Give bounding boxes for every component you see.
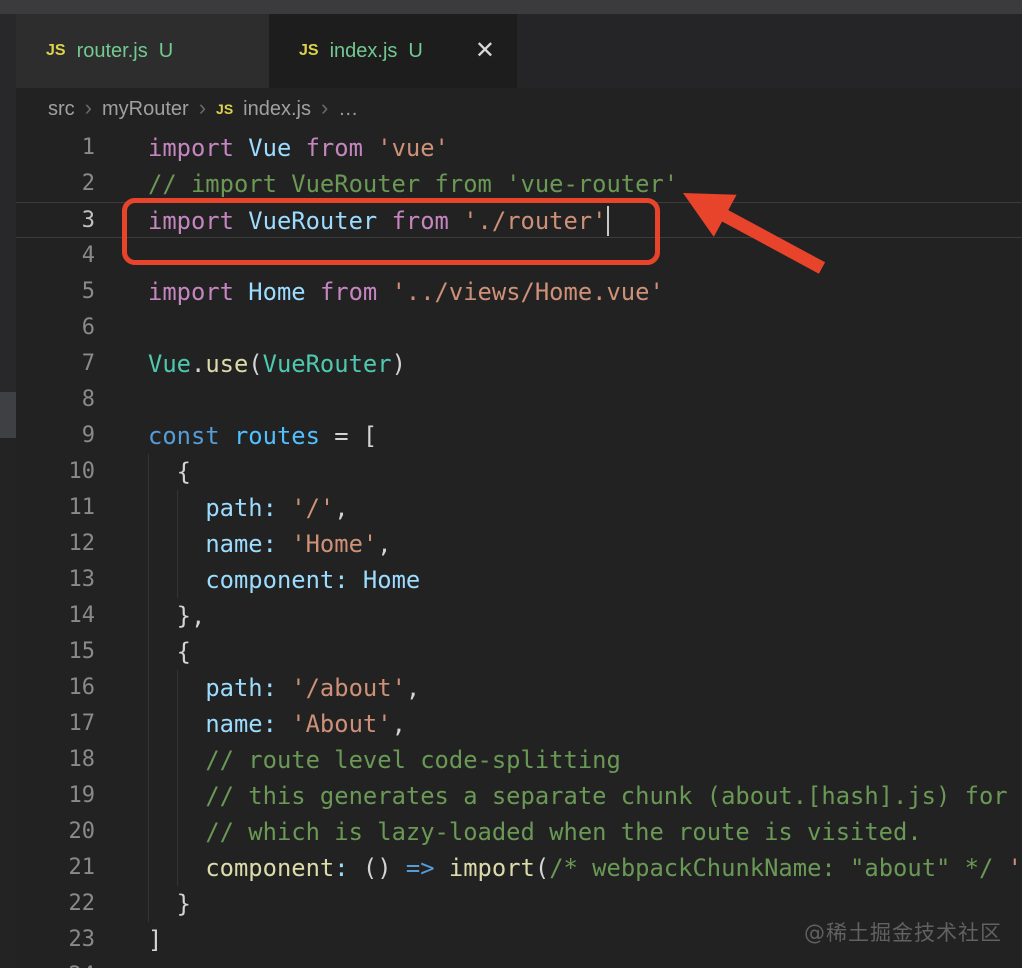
line-number[interactable]: 12 xyxy=(16,526,96,562)
code-text: // route level code-splitting xyxy=(205,746,621,774)
code-line[interactable]: 14 }, xyxy=(16,598,1022,634)
line-number[interactable]: 3 xyxy=(16,203,95,239)
code-text: path: '/', xyxy=(205,494,349,522)
code-line[interactable]: 21 component: () => import(/* webpackChu… xyxy=(16,850,1022,886)
code-text: import VueRouter from './router' xyxy=(148,207,607,235)
code-text: name: 'About', xyxy=(205,710,406,738)
code-line[interactable]: 7 Vue.use(VueRouter) xyxy=(16,346,1022,382)
code-line[interactable]: 13 component: Home xyxy=(16,562,1022,598)
js-file-icon: JS xyxy=(216,101,234,117)
code-line[interactable]: 18 // route level code-splitting xyxy=(16,742,1022,778)
code-line[interactable]: 16 path: '/about', xyxy=(16,670,1022,706)
code-line[interactable]: 12 name: 'Home', xyxy=(16,526,1022,562)
tab-bar: JS router.js U JS index.js U ✕ xyxy=(16,14,1022,88)
line-number[interactable]: 18 xyxy=(16,742,96,778)
tab-label: router.js xyxy=(76,39,148,62)
sidebar-scrollbar-thumb[interactable] xyxy=(0,392,16,438)
title-bar xyxy=(0,0,1022,14)
breadcrumb-item-src[interactable]: src xyxy=(48,98,75,121)
line-number[interactable]: 19 xyxy=(16,778,96,814)
breadcrumb-item-indexjs[interactable]: index.js xyxy=(243,98,311,121)
chevron-right-icon: › xyxy=(84,95,92,120)
tab-bar-filler xyxy=(517,14,1022,88)
code-text: { xyxy=(148,638,191,666)
text-cursor xyxy=(606,206,609,236)
code-line[interactable]: 24 xyxy=(16,958,1022,968)
vscode-window: JS router.js U JS index.js U ✕ src › myR… xyxy=(0,0,1022,968)
breadcrumb: src › myRouter › JS index.js › … xyxy=(16,88,1022,130)
line-number[interactable]: 11 xyxy=(16,490,96,526)
close-icon[interactable]: ✕ xyxy=(475,39,495,63)
line-number[interactable]: 9 xyxy=(16,418,95,454)
code-editor[interactable]: 1 import Vue from 'vue' 2 // import VueRout… xyxy=(16,130,1022,968)
editor-area: JS router.js U JS index.js U ✕ src › myR… xyxy=(16,14,1022,968)
code-line[interactable]: 10 { xyxy=(16,454,1022,490)
line-number[interactable]: 24 xyxy=(16,958,96,968)
code-text: }, xyxy=(148,602,206,630)
code-line[interactable]: 4 xyxy=(16,238,1022,274)
breadcrumb-item-symbol[interactable]: … xyxy=(338,98,358,121)
code-line[interactable]: 9 const routes = [ xyxy=(16,418,1022,454)
code-line[interactable]: 20 // which is lazy-loaded when the rout… xyxy=(16,814,1022,850)
js-file-icon: JS xyxy=(46,42,66,59)
code-text: component: () => import(/* webpackChunkN… xyxy=(205,854,1022,882)
workbench: JS router.js U JS index.js U ✕ src › myR… xyxy=(0,14,1022,968)
code-text: // import VueRouter from 'vue-router' xyxy=(148,170,679,198)
code-text: Vue.use(VueRouter) xyxy=(148,350,406,378)
chevron-right-icon: › xyxy=(198,95,207,120)
tab-index-js[interactable]: JS index.js U ✕ xyxy=(269,14,517,88)
code-line[interactable]: 15 { xyxy=(16,634,1022,670)
code-line[interactable]: 19 // this generates a separate chunk (a… xyxy=(16,778,1022,814)
js-file-icon: JS xyxy=(299,42,319,59)
code-text: import Home from '../views/Home.vue' xyxy=(148,278,664,306)
line-number[interactable]: 5 xyxy=(16,274,95,310)
line-number[interactable]: 14 xyxy=(16,598,96,634)
line-number[interactable]: 23 xyxy=(16,922,96,958)
tab-label: index.js xyxy=(329,39,398,62)
line-number[interactable]: 17 xyxy=(16,706,96,742)
git-untracked-badge: U xyxy=(158,39,174,62)
line-number[interactable]: 8 xyxy=(16,382,95,418)
code-line[interactable]: 1 import Vue from 'vue' xyxy=(16,130,1022,166)
line-number[interactable]: 15 xyxy=(16,634,96,670)
sidebar-edge xyxy=(0,14,16,968)
line-number[interactable]: 16 xyxy=(16,670,96,706)
line-number[interactable]: 1 xyxy=(16,130,95,166)
code-text: } xyxy=(148,890,191,918)
code-line[interactable]: 17 name: 'About', xyxy=(16,706,1022,742)
git-untracked-badge: U xyxy=(408,39,423,62)
line-number[interactable]: 4 xyxy=(16,238,95,274)
breadcrumb-item-myrouter[interactable]: myRouter xyxy=(102,98,189,121)
line-number[interactable]: 2 xyxy=(16,166,95,202)
tab-router-js[interactable]: JS router.js U xyxy=(16,14,269,88)
code-line[interactable]: 5 import Home from '../views/Home.vue' xyxy=(16,274,1022,310)
code-line[interactable]: 11 path: '/', xyxy=(16,490,1022,526)
code-line[interactable]: 3 import VueRouter from './router' xyxy=(16,202,1022,238)
line-number[interactable]: 13 xyxy=(16,562,96,598)
line-number[interactable]: 10 xyxy=(16,454,96,490)
code-line[interactable]: 6 xyxy=(16,310,1022,346)
line-number[interactable]: 6 xyxy=(16,310,95,346)
watermark: @稀土掘金技术社区 xyxy=(804,921,1002,945)
code-line[interactable]: 2 // import VueRouter from 'vue-router' xyxy=(16,166,1022,202)
line-number[interactable]: 7 xyxy=(16,346,95,382)
line-number[interactable]: 22 xyxy=(16,886,96,922)
code-line[interactable]: 8 xyxy=(16,382,1022,418)
code-text: // which is lazy-loaded when the route i… xyxy=(205,818,922,846)
sidebar-edge-lower xyxy=(0,438,16,968)
code-text: path: '/about', xyxy=(205,674,421,702)
code-text: component: Home xyxy=(205,566,421,594)
code-text: name: 'Home', xyxy=(205,530,392,558)
code-text: { xyxy=(148,458,191,486)
chevron-right-icon: › xyxy=(320,95,329,120)
line-number[interactable]: 20 xyxy=(16,814,96,850)
code-text: const routes = [ xyxy=(148,422,378,450)
code-text: import Vue from 'vue' xyxy=(148,134,449,162)
line-number[interactable]: 21 xyxy=(16,850,96,886)
code-text: // this generates a separate chunk (abou… xyxy=(205,782,1008,810)
code-text: ] xyxy=(148,926,163,954)
